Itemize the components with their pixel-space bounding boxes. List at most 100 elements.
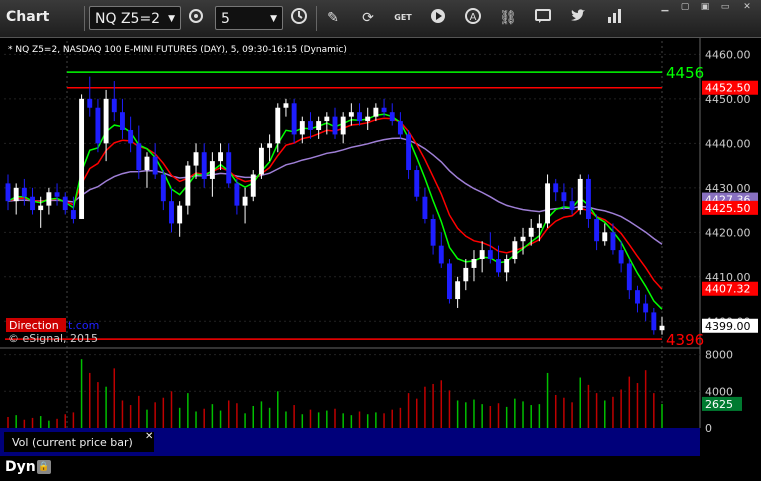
candle-body[interactable] bbox=[520, 236, 526, 242]
maximize-icon[interactable]: ▢ bbox=[676, 0, 694, 14]
candle-body[interactable] bbox=[21, 187, 27, 197]
twitter-icon[interactable] bbox=[566, 7, 590, 29]
candle-body[interactable] bbox=[463, 267, 469, 282]
candle-body[interactable] bbox=[79, 98, 85, 219]
candle-body[interactable] bbox=[46, 192, 52, 206]
candle-body[interactable] bbox=[324, 116, 330, 122]
candle-body[interactable] bbox=[258, 147, 264, 175]
candle-body[interactable] bbox=[5, 183, 11, 202]
candle-body[interactable] bbox=[389, 112, 395, 122]
candle-body[interactable] bbox=[308, 121, 313, 130]
candle-body[interactable] bbox=[70, 210, 76, 219]
candle-body[interactable] bbox=[267, 143, 273, 148]
candle-body[interactable] bbox=[635, 290, 640, 304]
candle-body[interactable] bbox=[87, 98, 93, 108]
candle-body[interactable] bbox=[471, 259, 477, 268]
chart-area[interactable]: 4460.004450.004440.004430.004420.004410.… bbox=[0, 38, 761, 456]
link-icon[interactable]: ⛓ bbox=[496, 7, 520, 29]
candle-body[interactable] bbox=[348, 112, 354, 117]
candle-body[interactable] bbox=[283, 103, 289, 108]
candle-body[interactable] bbox=[291, 103, 297, 135]
candle-body[interactable] bbox=[455, 281, 461, 300]
candle-body[interactable] bbox=[569, 201, 575, 211]
candle-body[interactable] bbox=[553, 183, 559, 193]
bars-icon[interactable] bbox=[603, 7, 627, 29]
candle-body[interactable] bbox=[626, 263, 632, 291]
candle-body[interactable] bbox=[144, 156, 150, 171]
candle-body[interactable] bbox=[643, 303, 649, 313]
candle-body[interactable] bbox=[299, 121, 305, 135]
candle-body[interactable] bbox=[545, 183, 551, 224]
lock-icon[interactable]: 🔒 bbox=[37, 460, 51, 474]
candle-body[interactable] bbox=[234, 183, 240, 206]
symbol-input[interactable]: NQ Z5=2 ▼ bbox=[89, 6, 181, 30]
candle-body[interactable] bbox=[152, 156, 158, 175]
candle-body[interactable] bbox=[487, 250, 493, 260]
candle-body[interactable] bbox=[397, 121, 403, 135]
interval-input[interactable]: 5 ▼ bbox=[215, 6, 283, 30]
candle-body[interactable] bbox=[651, 312, 657, 331]
candle-body[interactable] bbox=[340, 116, 346, 135]
chevron-down-icon[interactable]: ▼ bbox=[168, 7, 175, 31]
candle-body[interactable] bbox=[381, 107, 387, 113]
candle-body[interactable] bbox=[38, 205, 44, 211]
chat-icon[interactable] bbox=[531, 7, 555, 29]
candle-body[interactable] bbox=[365, 116, 371, 122]
minimize-icon[interactable]: ▁ bbox=[656, 0, 674, 14]
get-icon[interactable]: GET bbox=[391, 7, 415, 29]
candle-body[interactable] bbox=[446, 263, 452, 300]
candle-body[interactable] bbox=[160, 174, 166, 202]
candle-body[interactable] bbox=[169, 201, 174, 224]
candle-body[interactable] bbox=[610, 232, 616, 251]
candle-body[interactable] bbox=[332, 116, 338, 135]
candle-body[interactable] bbox=[218, 152, 224, 162]
pencil-icon[interactable]: ✎ bbox=[321, 7, 345, 29]
candle-body[interactable] bbox=[226, 152, 232, 184]
candle-body[interactable] bbox=[111, 98, 117, 113]
candle-body[interactable] bbox=[103, 98, 109, 144]
candle-body[interactable] bbox=[422, 196, 428, 219]
candle-body[interactable] bbox=[95, 107, 101, 144]
pin-icon[interactable]: ▭ bbox=[716, 0, 734, 14]
gear-icon[interactable] bbox=[184, 7, 208, 29]
candle-body[interactable] bbox=[504, 259, 510, 273]
candle-body[interactable] bbox=[659, 325, 665, 331]
candle-body[interactable] bbox=[128, 129, 134, 144]
candle-body[interactable] bbox=[250, 174, 256, 197]
candle-body[interactable] bbox=[414, 170, 420, 197]
candle-body[interactable] bbox=[602, 232, 608, 242]
candle-body[interactable] bbox=[275, 107, 281, 144]
candle-body[interactable] bbox=[54, 192, 60, 197]
candle-body[interactable] bbox=[577, 178, 583, 211]
candle-body[interactable] bbox=[594, 218, 600, 242]
candle-body[interactable] bbox=[512, 241, 518, 260]
play-icon[interactable] bbox=[426, 7, 450, 29]
candle-body[interactable] bbox=[528, 227, 534, 237]
candle-body[interactable] bbox=[496, 259, 501, 273]
candle-body[interactable] bbox=[536, 223, 542, 228]
candle-body[interactable] bbox=[406, 134, 412, 171]
candle-body[interactable] bbox=[585, 178, 591, 219]
candle-body[interactable] bbox=[430, 218, 436, 246]
candle-body[interactable] bbox=[373, 107, 379, 117]
restore-icon[interactable]: ▣ bbox=[696, 0, 714, 14]
chevron-down-icon[interactable]: ▼ bbox=[270, 7, 277, 31]
clock-icon[interactable] bbox=[287, 7, 311, 29]
dynamic-label[interactable]: Dyn bbox=[5, 459, 36, 475]
candle-body[interactable] bbox=[357, 112, 362, 122]
close-icon[interactable]: ✕ bbox=[145, 431, 153, 442]
candle-body[interactable] bbox=[618, 250, 624, 264]
candle-body[interactable] bbox=[185, 165, 191, 206]
candle-body[interactable] bbox=[136, 143, 142, 171]
close-icon[interactable]: ✕ bbox=[738, 0, 756, 14]
candle-body[interactable] bbox=[479, 250, 485, 260]
candle-body[interactable] bbox=[561, 192, 567, 202]
candle-body[interactable] bbox=[62, 196, 68, 211]
candle-body[interactable] bbox=[242, 196, 248, 206]
candle-body[interactable] bbox=[119, 112, 125, 130]
candle-body[interactable] bbox=[316, 121, 322, 130]
candle-body[interactable] bbox=[201, 152, 207, 179]
candle-body[interactable] bbox=[209, 161, 215, 179]
candle-body[interactable] bbox=[177, 205, 183, 224]
candle-body[interactable] bbox=[438, 245, 444, 264]
